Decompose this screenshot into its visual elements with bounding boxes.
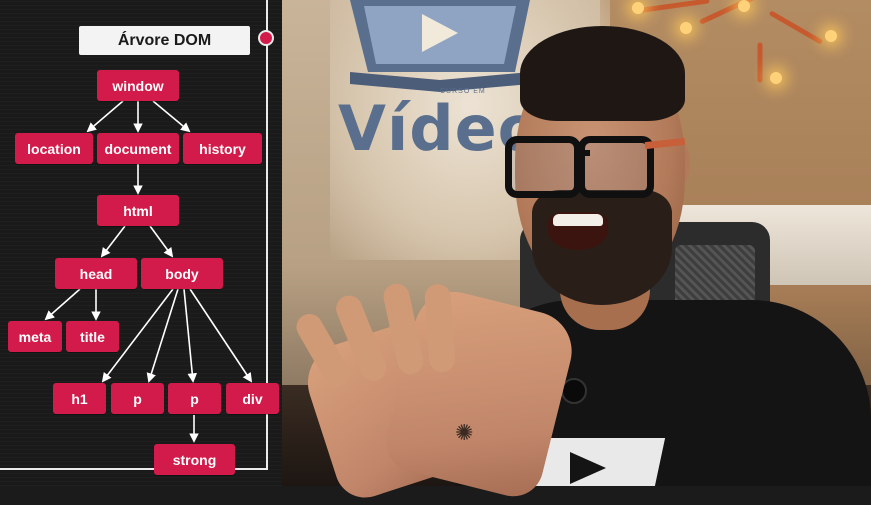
node-p: p [111,383,164,414]
presenter-teeth [553,214,603,226]
edge-window-history [152,100,191,133]
node-div: div [226,383,279,414]
node-title: title [66,321,119,352]
edge-html-head [100,225,126,258]
glasses-right-lens [578,136,654,198]
edge-window-location [86,100,124,133]
edge-body-p2 [183,288,198,383]
node-document: document [97,133,179,164]
tattoo-icon: ✺ [455,420,474,445]
node-html: html [97,195,179,226]
node-window: window [97,70,179,101]
dom-tree-panel: Árvore DOM window location document hist… [0,0,282,486]
presenter-beard [532,190,672,305]
node-location: location [15,133,93,164]
edge-head-meta [44,288,81,321]
edge-html-body [149,225,174,258]
presenter-hair [520,26,685,121]
glasses-bridge [574,150,590,156]
node-meta: meta [8,321,62,352]
edge-body-div [189,288,253,383]
node-h1: h1 [53,383,106,414]
node-p: p [168,383,221,414]
node-head: head [55,258,137,289]
node-strong: strong [154,444,235,475]
chair-mesh [675,245,755,305]
shirt-print-play-icon [570,452,606,484]
node-history: history [183,133,262,164]
node-body: body [141,258,223,289]
glasses-left-lens [505,136,581,198]
